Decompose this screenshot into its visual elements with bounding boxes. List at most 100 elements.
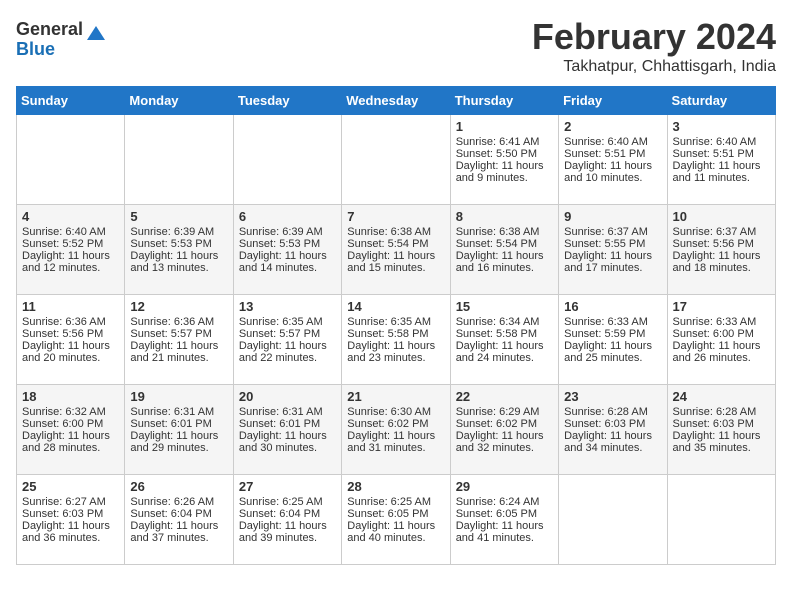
cell-info-line: and 23 minutes. [347, 352, 444, 364]
cell-info-line: Daylight: 11 hours [239, 250, 336, 262]
cell-info-line: Sunrise: 6:29 AM [456, 406, 553, 418]
cell-info-line: Daylight: 11 hours [130, 250, 227, 262]
cell-info-line: and 15 minutes. [347, 262, 444, 274]
cell-info-line: Daylight: 11 hours [347, 520, 444, 532]
cell-info-line: Sunset: 5:50 PM [456, 148, 553, 160]
cell-info-line: Sunset: 6:03 PM [673, 418, 770, 430]
cell-info-line: Sunset: 6:01 PM [130, 418, 227, 430]
cell-info-line: Sunset: 5:58 PM [456, 328, 553, 340]
cell-info-line: Sunrise: 6:35 AM [239, 316, 336, 328]
calendar-week-row: 25Sunrise: 6:27 AMSunset: 6:03 PMDayligh… [17, 475, 776, 565]
cell-info-line: Sunrise: 6:28 AM [673, 406, 770, 418]
cell-info-line: Daylight: 11 hours [673, 340, 770, 352]
day-number: 10 [673, 209, 770, 224]
cell-info-line: Daylight: 11 hours [564, 250, 661, 262]
calendar-cell [17, 115, 125, 205]
cell-info-line: Sunrise: 6:39 AM [130, 226, 227, 238]
cell-info-line: Sunrise: 6:25 AM [239, 496, 336, 508]
cell-info-line: Sunset: 5:56 PM [673, 238, 770, 250]
calendar-cell: 24 Sunrise: 6:28 AMSunset: 6:03 PMDayligh… [667, 385, 775, 475]
logo: General Blue [16, 20, 107, 60]
cell-info-line: Daylight: 11 hours [347, 430, 444, 442]
day-number: 26 [130, 479, 227, 494]
cell-info-line: and 37 minutes. [130, 532, 227, 544]
calendar-cell: 12Sunrise: 6:36 AMSunset: 5:57 PMDayligh… [125, 295, 233, 385]
calendar-cell: 10Sunrise: 6:37 AMSunset: 5:56 PMDayligh… [667, 205, 775, 295]
day-number: 2 [564, 119, 661, 134]
cell-info-line: Daylight: 11 hours [456, 340, 553, 352]
cell-info-line: and 40 minutes. [347, 532, 444, 544]
cell-info-line: Sunrise: 6:39 AM [239, 226, 336, 238]
cell-info-line: Daylight: 11 hours [22, 340, 119, 352]
day-number: 19 [130, 389, 227, 404]
calendar-cell: 16Sunrise: 6:33 AMSunset: 5:59 PMDayligh… [559, 295, 667, 385]
cell-info-line: Daylight: 11 hours [22, 250, 119, 262]
calendar-cell: 25Sunrise: 6:27 AMSunset: 6:03 PMDayligh… [17, 475, 125, 565]
cell-info-line: Sunrise: 6:36 AM [22, 316, 119, 328]
calendar-cell [342, 115, 450, 205]
header-day-saturday: Saturday [667, 87, 775, 115]
cell-info-line: Sunrise: 6:34 AM [456, 316, 553, 328]
cell-info-line: Sunset: 5:57 PM [130, 328, 227, 340]
cell-info-line: and 22 minutes. [239, 352, 336, 364]
calendar-cell: 27Sunrise: 6:25 AMSunset: 6:04 PMDayligh… [233, 475, 341, 565]
cell-info-line: and 36 minutes. [22, 532, 119, 544]
cell-info-line: Sunset: 5:53 PM [239, 238, 336, 250]
cell-info-line: Sunset: 6:02 PM [456, 418, 553, 430]
day-number: 6 [239, 209, 336, 224]
day-number: 24 [673, 389, 770, 404]
cell-info-line: and 35 minutes. [673, 442, 770, 454]
cell-info-line: and 10 minutes. [564, 172, 661, 184]
cell-info-line: Sunrise: 6:26 AM [130, 496, 227, 508]
cell-info-line: Sunrise: 6:28 AM [564, 406, 661, 418]
calendar-cell: 23Sunrise: 6:28 AMSunset: 6:03 PMDayligh… [559, 385, 667, 475]
header-day-friday: Friday [559, 87, 667, 115]
cell-info-line: Sunrise: 6:41 AM [456, 136, 553, 148]
calendar-cell: 4Sunrise: 6:40 AMSunset: 5:52 PMDaylight… [17, 205, 125, 295]
cell-info-line: and 24 minutes. [456, 352, 553, 364]
cell-info-line: and 9 minutes. [456, 172, 553, 184]
calendar-week-row: 18Sunrise: 6:32 AMSunset: 6:00 PMDayligh… [17, 385, 776, 475]
day-number: 5 [130, 209, 227, 224]
cell-info-line: Daylight: 11 hours [239, 430, 336, 442]
cell-info-line: Daylight: 11 hours [456, 250, 553, 262]
day-number: 1 [456, 119, 553, 134]
cell-info-line: Sunset: 5:52 PM [22, 238, 119, 250]
cell-info-line: Sunset: 6:04 PM [130, 508, 227, 520]
calendar-cell: 26Sunrise: 6:26 AMSunset: 6:04 PMDayligh… [125, 475, 233, 565]
day-number: 20 [239, 389, 336, 404]
day-number: 8 [456, 209, 553, 224]
day-number: 7 [347, 209, 444, 224]
day-number: 13 [239, 299, 336, 314]
day-number: 28 [347, 479, 444, 494]
cell-info-line: Sunrise: 6:33 AM [564, 316, 661, 328]
day-number: 12 [130, 299, 227, 314]
cell-info-line: Daylight: 11 hours [673, 430, 770, 442]
cell-info-line: Sunset: 5:53 PM [130, 238, 227, 250]
day-number: 4 [22, 209, 119, 224]
cell-info-line: Daylight: 11 hours [347, 250, 444, 262]
cell-info-line: Sunrise: 6:40 AM [564, 136, 661, 148]
cell-info-line: Sunrise: 6:31 AM [130, 406, 227, 418]
cell-info-line: Daylight: 11 hours [564, 340, 661, 352]
header-day-tuesday: Tuesday [233, 87, 341, 115]
cell-info-line: Daylight: 11 hours [456, 430, 553, 442]
cell-info-line: Sunset: 5:51 PM [673, 148, 770, 160]
cell-info-line: and 16 minutes. [456, 262, 553, 274]
cell-info-line: and 34 minutes. [564, 442, 661, 454]
logo-general-text: General [16, 20, 83, 40]
cell-info-line: and 31 minutes. [347, 442, 444, 454]
calendar-cell: 11Sunrise: 6:36 AMSunset: 5:56 PMDayligh… [17, 295, 125, 385]
cell-info-line: Sunset: 5:51 PM [564, 148, 661, 160]
cell-info-line: and 18 minutes. [673, 262, 770, 274]
cell-info-line: Daylight: 11 hours [130, 340, 227, 352]
calendar-cell: 17Sunrise: 6:33 AMSunset: 6:00 PMDayligh… [667, 295, 775, 385]
cell-info-line: Daylight: 11 hours [564, 160, 661, 172]
header-day-wednesday: Wednesday [342, 87, 450, 115]
cell-info-line: Sunset: 6:00 PM [22, 418, 119, 430]
calendar-cell: 6 Sunrise: 6:39 AMSunset: 5:53 PMDaylight… [233, 205, 341, 295]
calendar-cell: 22Sunrise: 6:29 AMSunset: 6:02 PMDayligh… [450, 385, 558, 475]
header-day-thursday: Thursday [450, 87, 558, 115]
location-title: Takhatpur, Chhattisgarh, India [532, 58, 776, 76]
cell-info-line: and 25 minutes. [564, 352, 661, 364]
